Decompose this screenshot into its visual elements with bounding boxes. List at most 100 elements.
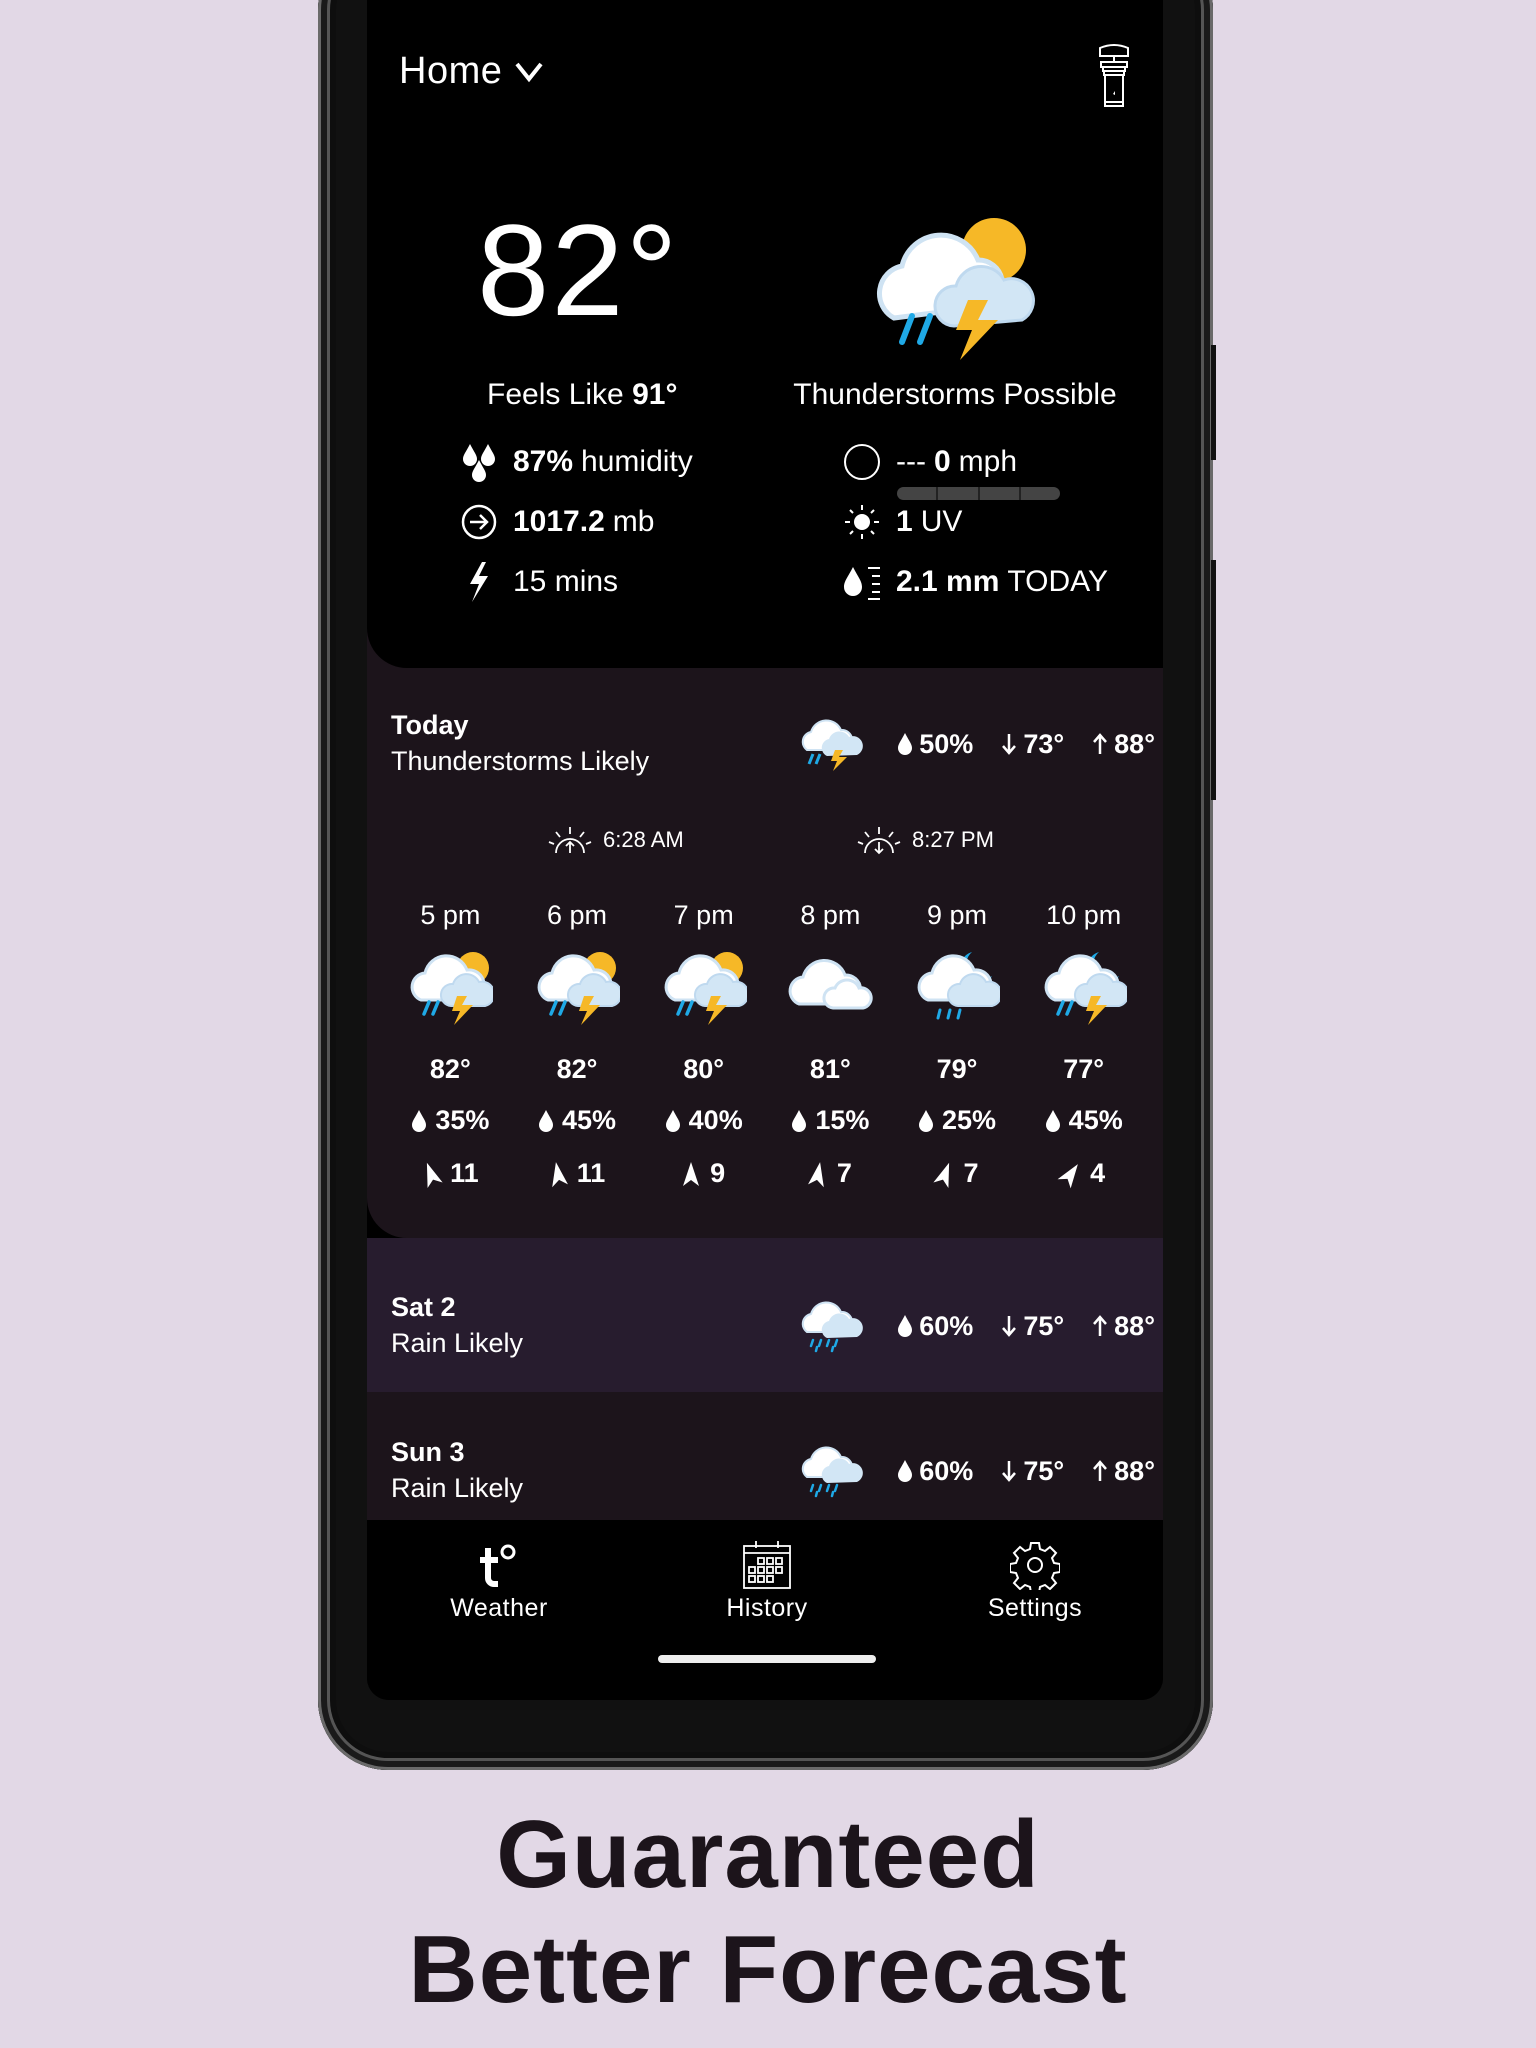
location-label: Home xyxy=(399,50,503,92)
current-condition: Thunderstorms Possible xyxy=(793,378,1117,411)
cloudy-icon xyxy=(788,958,874,1010)
wind-stat: --- 0 mph xyxy=(842,442,1017,482)
bottom-navigation: Weather History Settings xyxy=(367,1520,1163,1700)
hour-temp: 79° xyxy=(936,1054,978,1084)
daily-title: Sat 2 xyxy=(391,1292,456,1322)
nav-history[interactable]: History xyxy=(667,1540,867,1623)
hour-temp: 82° xyxy=(556,1054,598,1084)
sunset-icon xyxy=(857,827,901,855)
nav-settings[interactable]: Settings xyxy=(935,1540,1135,1623)
daily-row[interactable]: Sat 2 Rain Likely 60% 75° 88° xyxy=(367,1238,1163,1392)
hour-item: 7 pm 80° 40% 9 xyxy=(640,900,767,1189)
hour-wind: 7 xyxy=(932,1158,979,1189)
nav-weather[interactable]: Weather xyxy=(399,1540,599,1623)
rain-icon xyxy=(802,1446,864,1498)
daily-precip: 60% xyxy=(897,1311,973,1342)
hour-wind: 4 xyxy=(1057,1158,1105,1189)
daily-condition: Rain Likely xyxy=(391,1473,524,1503)
hour-item: 10 pm 77° 45% 4 xyxy=(1020,900,1147,1189)
feels-like-label: Feels Like xyxy=(487,378,624,411)
daily-precip-value: 60% xyxy=(919,1455,974,1486)
hour-wind: 11 xyxy=(549,1158,606,1189)
lightning-stat: 15 mins xyxy=(459,562,618,602)
raindrop-icon xyxy=(898,1315,913,1337)
tagline-line-1: Guaranteed xyxy=(496,1801,1040,1908)
daily-high: 88° xyxy=(1092,1456,1155,1487)
rain-moon-icon xyxy=(917,952,1001,1020)
hour-wind: 7 xyxy=(807,1158,852,1189)
today-forecast-card[interactable]: Today Thunderstorms Likely 50% 73° 88° 6… xyxy=(367,600,1163,1238)
sunset-time: 8:27 PM xyxy=(912,827,994,852)
hourly-forecast[interactable]: 5 pm 82° 35% 11 6 pm 82° 45% 11 7 pm 80° 40% 9 8 pm 8… xyxy=(387,900,1147,1189)
arrow-down-icon xyxy=(1002,1461,1017,1482)
wind-unit: mph xyxy=(958,445,1018,478)
arrow-up-icon xyxy=(1093,1315,1108,1336)
wind-speed-value: 0 xyxy=(933,445,951,478)
humidity-unit: humidity xyxy=(581,445,693,478)
app-screen: Home 82° Feels Like 91° Thunderstorms Po… xyxy=(367,0,1163,1700)
wind-direction-arrow-icon xyxy=(426,1162,443,1188)
daily-low-value: 75° xyxy=(1023,1310,1065,1341)
daily-summary: 60% 75° 88° xyxy=(797,1298,1155,1354)
hour-precip: 45% xyxy=(1045,1105,1123,1136)
raindrop-icon xyxy=(898,1460,913,1482)
hour-time: 10 pm xyxy=(1046,900,1122,930)
today-summary: 50% 73° 88° xyxy=(797,716,1155,772)
raindrop-icon xyxy=(1045,1109,1060,1132)
sunrise-icon xyxy=(548,827,592,854)
wind-direction-arrow-icon xyxy=(683,1161,700,1186)
daily-title: Sun 3 xyxy=(391,1437,465,1467)
rain-stat: 2.1 mm TODAY xyxy=(842,562,1108,602)
chevron-down-icon xyxy=(515,62,543,82)
daily-summary: 60% 75° 88° xyxy=(797,1443,1155,1499)
hour-time: 8 pm xyxy=(800,900,861,930)
hour-item: 6 pm 82° 45% 11 xyxy=(514,900,641,1189)
raindrop-icon xyxy=(792,1109,807,1132)
humidity-value: 87% xyxy=(513,445,574,478)
rain-unit: TODAY xyxy=(1007,565,1108,598)
thunderstorm-moon-icon xyxy=(1044,952,1127,1025)
hour-time: 7 pm xyxy=(673,900,734,930)
hour-temp: 82° xyxy=(429,1054,471,1084)
nav-history-label: History xyxy=(726,1594,808,1622)
hour-wind-value: 11 xyxy=(450,1158,479,1188)
weather-tempest-icon xyxy=(480,1544,516,1587)
weather-station-icon[interactable] xyxy=(1097,42,1131,110)
pressure-unit: mb xyxy=(612,505,655,538)
daily-high-value: 88° xyxy=(1114,1455,1155,1486)
today-high: 88° xyxy=(1092,729,1155,760)
raindrop-icon xyxy=(665,1109,680,1132)
location-selector[interactable]: Home xyxy=(399,50,544,93)
hour-time: 6 pm xyxy=(546,900,608,930)
wind-direction-arrow-icon xyxy=(807,1161,824,1187)
wind-direction-arrow-icon xyxy=(1057,1163,1079,1188)
wind-direction-icon xyxy=(842,442,882,482)
calendar-icon xyxy=(743,1541,791,1589)
home-indicator[interactable] xyxy=(658,1655,876,1663)
uv-sun-icon xyxy=(842,502,882,542)
daily-precip: 60% xyxy=(897,1456,973,1487)
hour-wind-value: 11 xyxy=(576,1158,606,1188)
uv-value: 1 xyxy=(896,505,913,538)
hour-precip: 45% xyxy=(538,1105,616,1136)
rain-gauge-icon xyxy=(842,562,882,602)
current-temperature: 82° xyxy=(477,197,680,343)
hour-precip: 15% xyxy=(791,1105,869,1136)
daily-high: 88° xyxy=(1092,1311,1155,1342)
arrow-down-icon xyxy=(1002,1316,1017,1337)
daily-low: 75° xyxy=(1001,1311,1064,1342)
hour-precip: 25% xyxy=(918,1105,996,1136)
nav-weather-label: Weather xyxy=(450,1594,548,1622)
hour-precip-value: 45% xyxy=(1068,1105,1123,1135)
feels-like: Feels Like 91° xyxy=(487,378,677,412)
wind-direction-arrow-icon xyxy=(551,1161,568,1187)
hour-wind-value: 7 xyxy=(836,1158,852,1188)
raindrop-icon xyxy=(898,733,913,755)
daily-row[interactable]: Sun 3 Rain Likely 60% 75° 88° xyxy=(367,1392,1163,1520)
phone-side-button xyxy=(1211,345,1216,460)
lightning-value: 15 mins xyxy=(513,565,619,598)
arrow-down-icon xyxy=(1002,734,1017,755)
daily-precip-value: 60% xyxy=(919,1310,974,1341)
uv-unit: UV xyxy=(920,505,963,538)
tagline-line-2: Better Forecast xyxy=(408,1916,1128,2023)
